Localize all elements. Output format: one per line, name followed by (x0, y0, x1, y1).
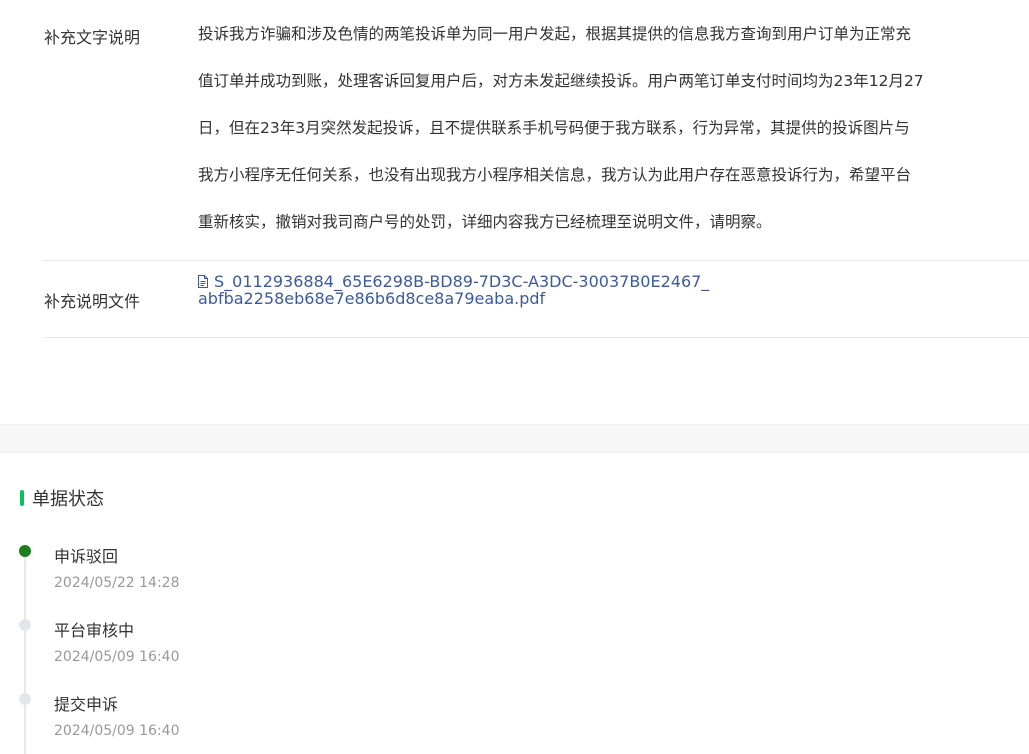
supplement-text-line: 重新核实，撤销对我司商户号的处罚，详细内容我方已经梳理至说明文件，请明察。 (198, 213, 772, 231)
row-divider (44, 337, 1029, 338)
timeline-dot (19, 619, 31, 631)
supplement-text-row: 补充文字说明 投诉我方诈骗和涉及色情的两笔投诉单为同一用户发起，根据其提供的信息… (44, 0, 1029, 260)
timeline-item: 申诉驳回 2024/05/22 14:28 (0, 540, 600, 600)
timeline-dot (19, 693, 31, 705)
timeline-time: 2024/05/09 16:40 (54, 649, 180, 665)
status-section-title-text: 单据状态 (32, 489, 104, 510)
timeline-status: 平台审核中 (54, 621, 135, 640)
timeline-item: 平台审核中 2024/05/09 16:40 (0, 614, 600, 674)
section-separator (0, 424, 1029, 453)
document-icon (198, 275, 208, 288)
supplement-text-line: 值订单并成功到账，处理客诉回复用户后，对方未发起继续投诉。用户两笔订单支付时间均… (198, 72, 924, 90)
timeline-dot-active (19, 545, 31, 557)
title-accent-bar (20, 490, 24, 506)
supplement-text-line: 日，但在23年3月突然发起投诉，且不提供联系手机号码便于我方联系，行为异常，其提… (198, 119, 910, 137)
supplement-text-label: 补充文字说明 (44, 28, 141, 47)
supplement-file-link[interactable]: S_0112936884_65E6298B-BD89-7D3C-A3DC-300… (198, 273, 718, 307)
supplement-file-row: 补充说明文件 S_0112936884_65E6298B-BD89-7D3C-A… (44, 261, 1029, 337)
status-section-title: 单据状态 (20, 486, 104, 510)
supplement-file-label: 补充说明文件 (44, 292, 141, 311)
timeline-item: 提交申诉 2024/05/09 16:40 (0, 688, 600, 748)
timeline-status: 提交申诉 (54, 695, 119, 714)
supplement-text-content: 投诉我方诈骗和涉及色情的两笔投诉单为同一用户发起，根据其提供的信息我方查询到用户… (198, 11, 978, 246)
timeline-status: 申诉驳回 (54, 547, 119, 566)
timeline-time: 2024/05/22 14:28 (54, 575, 180, 591)
supplement-file-name: S_0112936884_65E6298B-BD89-7D3C-A3DC-300… (198, 272, 710, 308)
supplement-text-line: 投诉我方诈骗和涉及色情的两笔投诉单为同一用户发起，根据其提供的信息我方查询到用户… (198, 25, 912, 43)
timeline-time: 2024/05/09 16:40 (54, 723, 180, 739)
supplement-text-line: 我方小程序无任何关系，也没有出现我方小程序相关信息，我方认为此用户存在恶意投诉行… (198, 166, 912, 184)
